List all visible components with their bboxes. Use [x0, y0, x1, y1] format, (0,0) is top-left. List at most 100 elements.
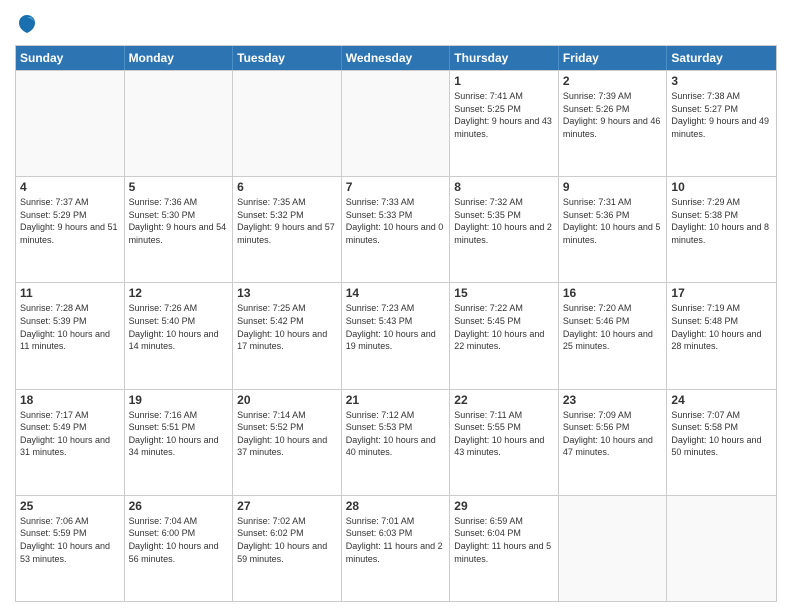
cell-day-number: 18	[20, 393, 120, 407]
calendar-week-2: 11 Sunrise: 7:28 AMSunset: 5:39 PMDayligh…	[16, 282, 776, 388]
calendar-week-4: 25 Sunrise: 7:06 AMSunset: 5:59 PMDayligh…	[16, 495, 776, 601]
cell-day-number: 19	[129, 393, 229, 407]
cell-info: Sunrise: 7:41 AMSunset: 5:25 PMDaylight:…	[454, 90, 554, 140]
cell-day-number: 7	[346, 180, 446, 194]
cell-day-number: 2	[563, 74, 663, 88]
cell-day-number: 11	[20, 286, 120, 300]
calendar-cell: 17 Sunrise: 7:19 AMSunset: 5:48 PMDayligh…	[667, 283, 776, 388]
cell-info: Sunrise: 7:02 AMSunset: 6:02 PMDaylight:…	[237, 515, 337, 565]
calendar-cell: 18 Sunrise: 7:17 AMSunset: 5:49 PMDayligh…	[16, 390, 125, 495]
cell-info: Sunrise: 7:06 AMSunset: 5:59 PMDaylight:…	[20, 515, 120, 565]
cell-day-number: 22	[454, 393, 554, 407]
calendar-cell: 22Sunrise: 7:11 AMSunset: 5:55 PMDayligh…	[450, 390, 559, 495]
cell-info: Sunrise: 7:28 AMSunset: 5:39 PMDaylight:…	[20, 302, 120, 352]
cell-info: Sunrise: 7:12 AMSunset: 5:53 PMDaylight:…	[346, 409, 446, 459]
cell-day-number: 29	[454, 499, 554, 513]
cell-day-number: 5	[129, 180, 229, 194]
cell-day-number: 16	[563, 286, 663, 300]
calendar-cell: 9 Sunrise: 7:31 AMSunset: 5:36 PMDaylight…	[559, 177, 668, 282]
logo	[15, 15, 37, 37]
calendar-cell: 1 Sunrise: 7:41 AMSunset: 5:25 PMDaylight…	[450, 71, 559, 176]
cell-info: Sunrise: 7:39 AMSunset: 5:26 PMDaylight:…	[563, 90, 663, 140]
cell-info: Sunrise: 7:35 AMSunset: 5:32 PMDaylight:…	[237, 196, 337, 246]
weekday-header-monday: Monday	[125, 46, 234, 70]
cell-day-number: 15	[454, 286, 554, 300]
cell-day-number: 9	[563, 180, 663, 194]
cell-day-number: 23	[563, 393, 663, 407]
cell-day-number: 26	[129, 499, 229, 513]
cell-info: Sunrise: 7:31 AMSunset: 5:36 PMDaylight:…	[563, 196, 663, 246]
calendar-cell: 29Sunrise: 6:59 AMSunset: 6:04 PMDayligh…	[450, 496, 559, 601]
calendar: SundayMondayTuesdayWednesdayThursdayFrid…	[15, 45, 777, 602]
calendar-cell: 25 Sunrise: 7:06 AMSunset: 5:59 PMDayligh…	[16, 496, 125, 601]
cell-info: Sunrise: 7:22 AMSunset: 5:45 PMDaylight:…	[454, 302, 554, 352]
calendar-week-1: 4Sunrise: 7:37 AMSunset: 5:29 PMDaylight…	[16, 176, 776, 282]
calendar-cell: 26 Sunrise: 7:04 AMSunset: 6:00 PMDayligh…	[125, 496, 234, 601]
cell-info: Sunrise: 7:01 AMSunset: 6:03 PMDaylight:…	[346, 515, 446, 565]
cell-day-number: 13	[237, 286, 337, 300]
calendar-header-row: SundayMondayTuesdayWednesdayThursdayFrid…	[16, 46, 776, 70]
cell-info: Sunrise: 7:32 AMSunset: 5:35 PMDaylight:…	[454, 196, 554, 246]
logo-bird-icon	[17, 13, 37, 37]
page: SundayMondayTuesdayWednesdayThursdayFrid…	[0, 0, 792, 612]
calendar-cell: 23 Sunrise: 7:09 AMSunset: 5:56 PMDayligh…	[559, 390, 668, 495]
calendar-cell: 12 Sunrise: 7:26 AMSunset: 5:40 PMDayligh…	[125, 283, 234, 388]
cell-info: Sunrise: 7:26 AMSunset: 5:40 PMDaylight:…	[129, 302, 229, 352]
cell-info: Sunrise: 7:14 AMSunset: 5:52 PMDaylight:…	[237, 409, 337, 459]
calendar-cell: 8 Sunrise: 7:32 AMSunset: 5:35 PMDaylight…	[450, 177, 559, 282]
calendar-cell	[667, 496, 776, 601]
calendar-cell: 27 Sunrise: 7:02 AMSunset: 6:02 PMDayligh…	[233, 496, 342, 601]
calendar-cell: 24Sunrise: 7:07 AMSunset: 5:58 PMDayligh…	[667, 390, 776, 495]
weekday-header-thursday: Thursday	[450, 46, 559, 70]
calendar-cell	[16, 71, 125, 176]
calendar-cell: 19 Sunrise: 7:16 AMSunset: 5:51 PMDayligh…	[125, 390, 234, 495]
cell-day-number: 3	[671, 74, 772, 88]
cell-day-number: 8	[454, 180, 554, 194]
cell-info: Sunrise: 7:38 AMSunset: 5:27 PMDaylight:…	[671, 90, 772, 140]
calendar-week-0: 1 Sunrise: 7:41 AMSunset: 5:25 PMDaylight…	[16, 70, 776, 176]
calendar-cell	[125, 71, 234, 176]
weekday-header-sunday: Sunday	[16, 46, 125, 70]
cell-day-number: 21	[346, 393, 446, 407]
weekday-header-tuesday: Tuesday	[233, 46, 342, 70]
cell-day-number: 28	[346, 499, 446, 513]
cell-day-number: 1	[454, 74, 554, 88]
cell-info: Sunrise: 7:20 AMSunset: 5:46 PMDaylight:…	[563, 302, 663, 352]
cell-info: Sunrise: 7:33 AMSunset: 5:33 PMDaylight:…	[346, 196, 446, 246]
cell-info: Sunrise: 7:29 AMSunset: 5:38 PMDaylight:…	[671, 196, 772, 246]
cell-day-number: 24	[671, 393, 772, 407]
cell-day-number: 25	[20, 499, 120, 513]
cell-info: Sunrise: 7:16 AMSunset: 5:51 PMDaylight:…	[129, 409, 229, 459]
cell-day-number: 10	[671, 180, 772, 194]
cell-day-number: 27	[237, 499, 337, 513]
cell-day-number: 14	[346, 286, 446, 300]
cell-day-number: 17	[671, 286, 772, 300]
calendar-body: 1 Sunrise: 7:41 AMSunset: 5:25 PMDaylight…	[16, 70, 776, 601]
calendar-cell: 3 Sunrise: 7:38 AMSunset: 5:27 PMDaylight…	[667, 71, 776, 176]
cell-info: Sunrise: 7:23 AMSunset: 5:43 PMDaylight:…	[346, 302, 446, 352]
calendar-cell: 13 Sunrise: 7:25 AMSunset: 5:42 PMDayligh…	[233, 283, 342, 388]
calendar-cell	[559, 496, 668, 601]
cell-info: Sunrise: 7:36 AMSunset: 5:30 PMDaylight:…	[129, 196, 229, 246]
cell-info: Sunrise: 7:37 AMSunset: 5:29 PMDaylight:…	[20, 196, 120, 246]
header	[15, 10, 777, 37]
weekday-header-wednesday: Wednesday	[342, 46, 451, 70]
cell-info: Sunrise: 7:19 AMSunset: 5:48 PMDaylight:…	[671, 302, 772, 352]
calendar-cell: 16 Sunrise: 7:20 AMSunset: 5:46 PMDayligh…	[559, 283, 668, 388]
weekday-header-friday: Friday	[559, 46, 668, 70]
cell-day-number: 12	[129, 286, 229, 300]
calendar-cell	[233, 71, 342, 176]
cell-info: Sunrise: 7:25 AMSunset: 5:42 PMDaylight:…	[237, 302, 337, 352]
calendar-cell: 11 Sunrise: 7:28 AMSunset: 5:39 PMDayligh…	[16, 283, 125, 388]
cell-day-number: 6	[237, 180, 337, 194]
calendar-cell: 28 Sunrise: 7:01 AMSunset: 6:03 PMDayligh…	[342, 496, 451, 601]
calendar-cell: 2 Sunrise: 7:39 AMSunset: 5:26 PMDaylight…	[559, 71, 668, 176]
calendar-cell: 14 Sunrise: 7:23 AMSunset: 5:43 PMDayligh…	[342, 283, 451, 388]
weekday-header-saturday: Saturday	[667, 46, 776, 70]
cell-info: Sunrise: 7:17 AMSunset: 5:49 PMDaylight:…	[20, 409, 120, 459]
cell-info: Sunrise: 7:09 AMSunset: 5:56 PMDaylight:…	[563, 409, 663, 459]
cell-info: Sunrise: 7:04 AMSunset: 6:00 PMDaylight:…	[129, 515, 229, 565]
calendar-cell: 6 Sunrise: 7:35 AMSunset: 5:32 PMDaylight…	[233, 177, 342, 282]
cell-day-number: 20	[237, 393, 337, 407]
calendar-cell: 20 Sunrise: 7:14 AMSunset: 5:52 PMDayligh…	[233, 390, 342, 495]
